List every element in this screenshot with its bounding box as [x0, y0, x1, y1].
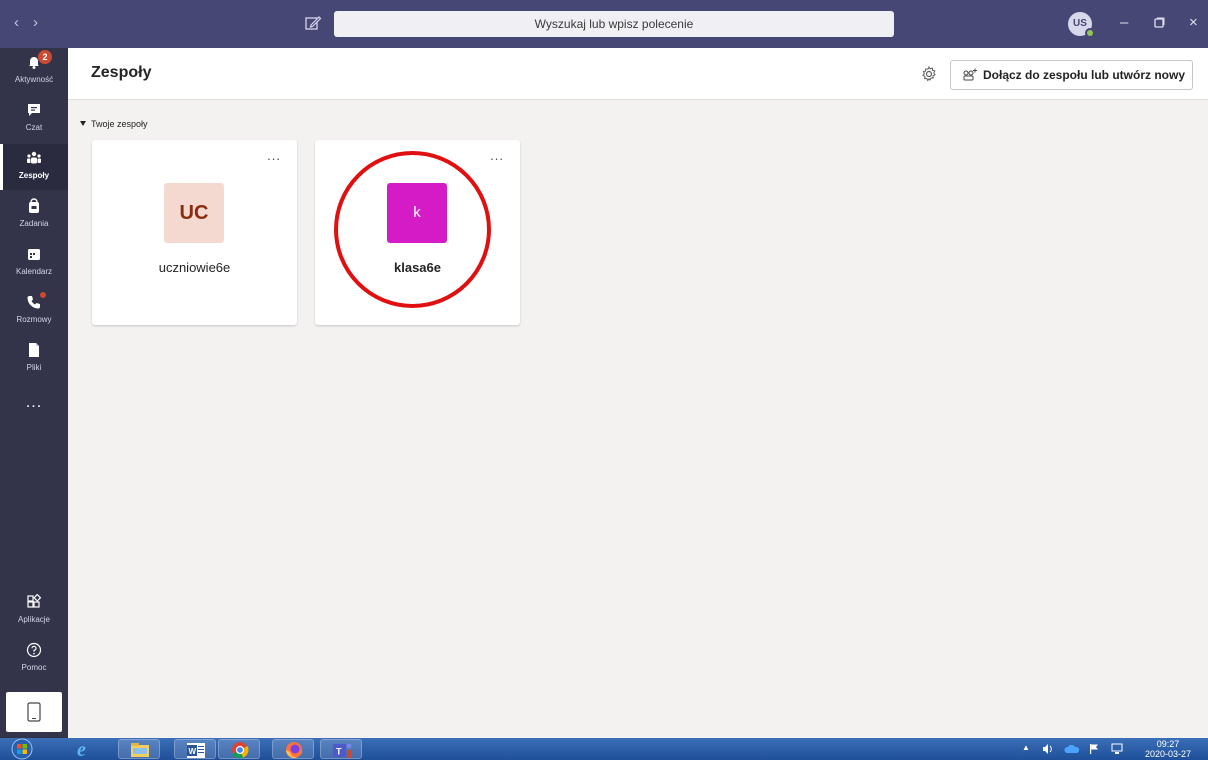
rail-item-apps[interactable]: Aplikacje: [0, 588, 68, 634]
rail-item-activity[interactable]: 2 Aktywność: [0, 48, 68, 94]
rail-item-label: Zespoły: [18, 171, 50, 180]
compose-icon[interactable]: [304, 14, 322, 32]
restore-icon[interactable]: [1154, 17, 1165, 28]
history-nav: ‹›: [14, 14, 52, 31]
svg-text:W: W: [189, 747, 197, 756]
user-avatar[interactable]: US: [1068, 12, 1095, 38]
rail-item-chat[interactable]: Czat: [0, 96, 68, 142]
presence-available-icon: [1085, 28, 1095, 38]
rail-item-label: Aplikacje: [17, 615, 50, 624]
action-center-flag-icon[interactable]: [1088, 743, 1100, 755]
file-icon: [29, 343, 39, 357]
more-options-icon[interactable]: ...: [490, 148, 504, 163]
windows-start-icon[interactable]: [9, 738, 35, 760]
svg-text:T: T: [336, 747, 342, 757]
onedrive-cloud-icon[interactable]: [1064, 744, 1080, 754]
search-input[interactable]: Wyszukaj lub wpisz polecenie: [334, 11, 894, 37]
folder-icon: [131, 743, 149, 757]
taskbar-clock[interactable]: 09:27 2020-03-27: [1142, 739, 1194, 759]
team-name: uczniowie6e: [158, 260, 231, 275]
volume-icon[interactable]: [1042, 743, 1054, 755]
backpack-icon: [29, 198, 39, 213]
rail-item-teams[interactable]: Zespoły: [0, 144, 68, 190]
team-initials: UC: [179, 202, 209, 224]
download-mobile-app-button[interactable]: [6, 692, 62, 732]
activity-badge: 2: [38, 50, 52, 64]
join-or-create-team-button[interactable]: Dołącz do zespołu lub utwórz nowy: [950, 60, 1193, 90]
rail-item-label: Pomoc: [21, 663, 47, 672]
chrome-icon: [232, 742, 249, 759]
teams-icon: [27, 151, 41, 164]
windows-taskbar: e W T ▲ 09:27 2020-03-27: [0, 738, 1208, 760]
chat-icon: [28, 104, 40, 116]
user-initials: US: [1073, 18, 1087, 29]
internet-explorer-icon: e: [77, 739, 86, 760]
minimize-icon[interactable]: –: [1120, 14, 1128, 31]
join-button-label: Dołącz do zespołu lub utwórz nowy: [983, 68, 1186, 82]
mobile-device-icon: [27, 702, 41, 722]
taskbar-word[interactable]: W: [174, 739, 216, 759]
taskbar-file-explorer[interactable]: [118, 739, 160, 759]
apps-icon: [27, 594, 42, 608]
network-icon[interactable]: [1110, 743, 1124, 755]
more-options-icon[interactable]: ...: [267, 148, 281, 163]
taskbar-chrome[interactable]: [218, 739, 260, 759]
taskbar-internet-explorer[interactable]: e: [62, 739, 104, 760]
rail-item-label: Pliki: [26, 363, 42, 372]
calendar-icon: [28, 249, 40, 260]
rail-item-label: Czat: [25, 123, 43, 132]
add-team-icon: [963, 68, 977, 81]
rail-item-label: Zadania: [19, 219, 49, 228]
rail-item-label: Rozmowy: [16, 315, 52, 324]
forward-arrow-icon[interactable]: ›: [33, 14, 52, 31]
svg-text:e: e: [77, 739, 86, 759]
close-icon[interactable]: ×: [1189, 14, 1198, 31]
teams-app-icon: T: [333, 743, 352, 758]
section-label-text: Twoje zespoły: [91, 119, 148, 129]
app-rail: 2 Aktywność Czat Zespoły Zadania Kalenda…: [0, 48, 68, 738]
highlight-circle-annotation: [334, 151, 491, 308]
rail-item-label: Kalendarz: [15, 267, 53, 276]
firefox-icon: [286, 742, 303, 758]
missed-call-dot: [40, 292, 46, 298]
page-title: Zespoły: [91, 64, 152, 81]
title-bar: ‹› Wyszukaj lub wpisz polecenie US – ×: [0, 0, 1208, 48]
show-hidden-icons-arrow[interactable]: ▲: [1022, 743, 1030, 752]
clock-date: 2020-03-27: [1144, 749, 1192, 759]
system-tray: ▲ 09:27 2020-03-27: [1022, 738, 1202, 760]
gear-icon[interactable]: [920, 65, 938, 83]
rail-item-help[interactable]: Pomoc: [0, 636, 68, 682]
teams-main-pane: Zespoły Dołącz do zespołu lub utwórz now…: [68, 48, 1208, 738]
taskbar-firefox[interactable]: [272, 739, 314, 759]
more-apps-ellipsis[interactable]: ...: [0, 394, 68, 412]
rail-item-files[interactable]: Pliki: [0, 336, 68, 382]
your-teams-section-toggle[interactable]: Twoje zespoły: [80, 119, 148, 129]
back-arrow-icon[interactable]: ‹: [14, 14, 33, 31]
team-card-uczniowie6e[interactable]: ... UC uczniowie6e: [92, 140, 297, 325]
rail-item-calendar[interactable]: Kalendarz: [0, 240, 68, 286]
help-icon: [26, 642, 42, 658]
caret-down-icon: [80, 121, 86, 126]
rail-item-assignments[interactable]: Zadania: [0, 192, 68, 238]
page-header: Zespoły Dołącz do zespołu lub utwórz now…: [68, 48, 1208, 100]
word-icon: W: [187, 743, 205, 758]
taskbar-teams[interactable]: T: [320, 739, 362, 759]
rail-item-calls[interactable]: Rozmowy: [0, 288, 68, 334]
rail-item-label: Aktywność: [14, 75, 54, 84]
team-avatar-tile: UC: [164, 183, 224, 243]
clock-time: 09:27: [1156, 739, 1180, 749]
